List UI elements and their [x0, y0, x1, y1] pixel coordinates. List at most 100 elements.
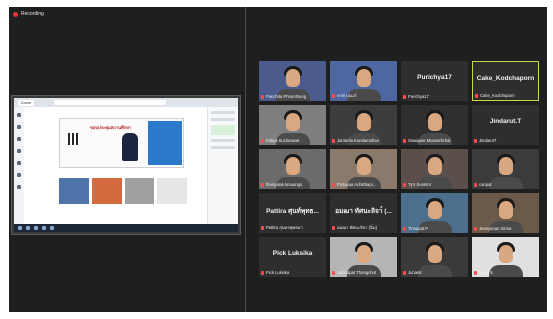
taskbar-icon[interactable] [42, 226, 46, 230]
participant-name: Pick Luksika [266, 270, 290, 275]
participant-tile[interactable]: thanyalak kmuangs [259, 149, 326, 189]
screen-share[interactable]: Zoom ขอบประทุมสถานศึกษา [11, 95, 241, 235]
participant-face [356, 113, 371, 131]
participant-display-name: Jindarut.T [489, 118, 522, 125]
participant-face [427, 113, 442, 131]
participant-face [498, 245, 513, 263]
participant-label: thanyalak kmuangs [261, 182, 324, 187]
participant-label: Panchita Phoonthong [261, 94, 324, 99]
participant-tile[interactable]: Prem S [472, 237, 539, 277]
participant-display-name: Purichya17 [417, 74, 452, 81]
participant-tile[interactable]: caripat [472, 149, 539, 189]
split-divider[interactable] [245, 7, 246, 312]
participant-face [356, 69, 371, 87]
participant-tile[interactable]: Junanit [401, 237, 468, 277]
participant-label: Suwapee Muansritchal [403, 138, 466, 143]
participant-display-name: Cake_Kodchaporn [476, 75, 535, 82]
participant-tile[interactable]: Jindarut.T JindarutT [472, 105, 539, 145]
taskbar-icon[interactable] [50, 226, 54, 230]
panel-line [211, 118, 235, 121]
tool-icon[interactable] [17, 161, 21, 165]
participant-name: อมฒา ทัศนะลิจา (ฉิ่ม) [337, 225, 378, 230]
participant-tile[interactable]: Pattira ศุนท์พุทธ... Pattira สุนทรพุทธมา [259, 193, 326, 233]
participant-display-name: อมฒา ทัศนะลิจา์ (... [335, 208, 392, 215]
participant-face [427, 201, 442, 219]
panel-line [211, 139, 235, 142]
tool-icon[interactable] [17, 125, 21, 129]
muted-mic-icon [403, 226, 406, 231]
participant-name: Suwapee Muansritchal [408, 138, 451, 143]
participant-name: caripat [479, 182, 492, 187]
participant-tile[interactable]: Jakkrapat Thongchot [330, 237, 397, 277]
participant-tile[interactable]: Purichya17 Purichya17 [401, 61, 468, 101]
participant-tile[interactable]: Pick Luksika Pick Luksika [259, 237, 326, 277]
participant-name: Cake_Kodchaporn [480, 93, 515, 98]
muted-mic-icon [261, 94, 264, 99]
participant-tile[interactable]: Tinnapat P [401, 193, 468, 233]
muted-mic-icon [332, 138, 335, 143]
taskbar [14, 224, 238, 232]
browser-tab[interactable]: Zoom [18, 99, 35, 106]
participant-name: Kittiya Suchaowat [266, 138, 300, 143]
taskbar-icon[interactable] [18, 226, 22, 230]
muted-mic-icon [474, 226, 477, 231]
participant-face [427, 157, 442, 175]
participant-face [356, 245, 371, 263]
participant-face [427, 245, 442, 263]
muted-mic-icon [474, 270, 477, 275]
tool-icon[interactable] [17, 113, 21, 117]
tool-icon[interactable] [17, 185, 21, 189]
participant-label: Purichya17 [403, 94, 466, 99]
participant-label: caripat [474, 182, 537, 187]
participant-name: Purichya17 [408, 94, 429, 99]
participant-name: Ty's Sunntor [408, 182, 432, 187]
muted-mic-icon [332, 225, 335, 230]
participant-face [285, 69, 300, 87]
thumbnail[interactable] [157, 178, 187, 204]
participant-label: Junanit [403, 270, 466, 275]
browser-url[interactable] [54, 100, 166, 105]
muted-mic-icon [261, 138, 264, 143]
muted-mic-icon [403, 182, 406, 187]
slide-title: ขอบประทุมสถานศึกษา [90, 125, 132, 130]
participant-name: หาด์ บุณเก้ [337, 93, 357, 98]
muted-mic-icon [403, 94, 406, 99]
tool-icon[interactable] [17, 137, 21, 141]
participant-tile[interactable]: Panchita Phoonthong [259, 61, 326, 101]
participant-name: Jeanyanan Sirina [479, 226, 512, 231]
presenter-figure [122, 133, 138, 161]
participant-tile[interactable]: Cake_Kodchaporn Cake_Kodchaporn [472, 61, 539, 101]
participant-tile[interactable]: Pusayaa Achitthapr... [330, 149, 397, 189]
participant-gallery: Panchita Phoonthong หาด์ บุณเก้ Purichya17… [259, 61, 541, 277]
left-toolbar [14, 107, 24, 224]
participant-name: Jantariia Kundamohan [337, 138, 379, 143]
muted-mic-icon [475, 93, 478, 98]
participant-label: JindarutT [474, 138, 537, 143]
tool-icon[interactable] [17, 173, 21, 177]
participant-tile[interactable]: Kittiya Suchaowat [259, 105, 326, 145]
participant-tile[interactable]: Jeanyanan Sirina [472, 193, 539, 233]
participant-tile[interactable]: หาด์ บุณเก้ [330, 61, 397, 101]
presentation-slide: ขอบประทุมสถานศึกษา [59, 118, 184, 168]
muted-mic-icon [332, 270, 335, 275]
participant-label: Jakkrapat Thongchot [332, 270, 395, 275]
qr-code [68, 133, 80, 145]
taskbar-icon[interactable] [34, 226, 38, 230]
participant-tile[interactable]: Jantariia Kundamohan [330, 105, 397, 145]
thumbnail[interactable] [91, 178, 122, 204]
participant-tile[interactable]: Ty's Sunntor [401, 149, 468, 189]
thumbnail[interactable] [59, 178, 89, 204]
participant-tile[interactable]: อมฒา ทัศนะลิจา์ (... อมฒา ทัศนะลิจา (ฉิ่ม… [330, 193, 397, 233]
browser-toolbar: Zoom [14, 98, 238, 107]
panel-line [211, 146, 235, 149]
participant-label: Kittiya Suchaowat [261, 138, 324, 143]
thumbnail[interactable] [124, 178, 155, 204]
tool-icon[interactable] [17, 149, 21, 153]
participant-tile[interactable]: Suwapee Muansritchal [401, 105, 468, 145]
muted-mic-icon [261, 270, 264, 275]
muted-mic-icon [474, 182, 477, 187]
muted-mic-icon [261, 225, 264, 230]
taskbar-icon[interactable] [26, 226, 30, 230]
muted-mic-icon [261, 182, 264, 187]
participant-label: Jeanyanan Sirina [474, 226, 537, 231]
